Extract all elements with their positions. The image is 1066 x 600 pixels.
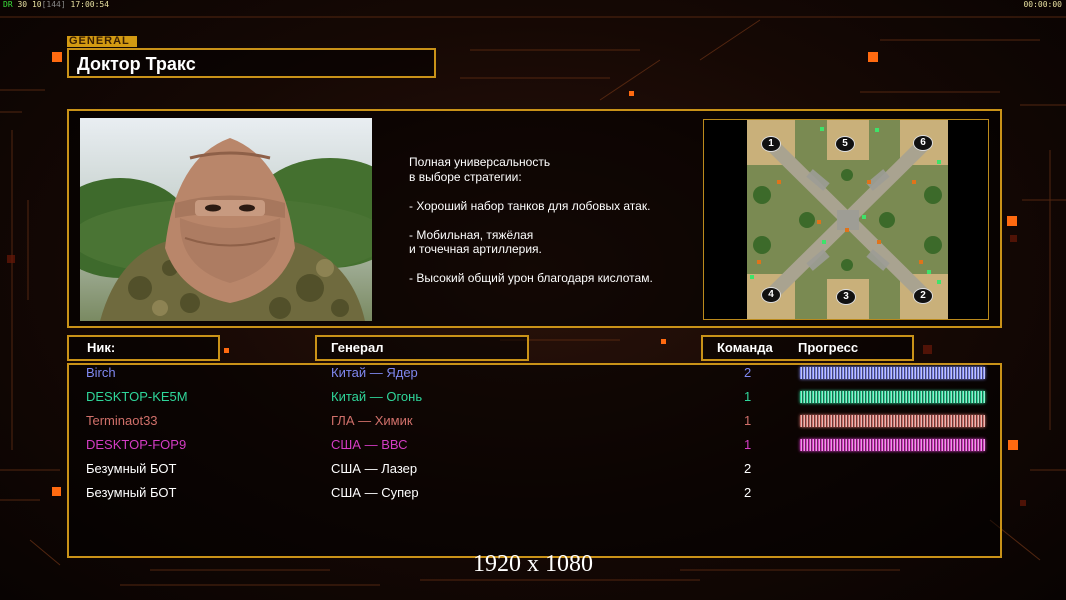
player-row: Terminaot33 ГЛА — Химик 1: [0, 411, 1066, 433]
fps-label: DR: [3, 0, 13, 9]
start-position-marker: 5: [835, 136, 855, 152]
player-team: 2: [744, 365, 752, 380]
status-bar-left: DR 30 10[144] 17:00:54: [3, 0, 109, 9]
team-header-label: Команда: [717, 340, 773, 355]
player-row: DESKTOP-KE5M Китай — Огонь 1: [0, 387, 1066, 409]
player-nick: Birch: [86, 365, 116, 380]
player-row: DESKTOP-FOP9 США — ВВС 1: [0, 435, 1066, 457]
start-position-number: 6: [920, 137, 926, 148]
description-line: в выборе стратегии:: [409, 169, 522, 184]
start-position-marker: 2: [913, 288, 933, 304]
player-general: США — Лазер: [331, 461, 418, 476]
description-line: [409, 257, 699, 272]
general-description: Полная универсальность в выборе стратеги…: [409, 155, 699, 286]
general-tag: GENERAL: [67, 36, 137, 47]
player-general: США — Супер: [331, 485, 419, 500]
start-position-marker: 1: [761, 136, 781, 152]
player-nick: Terminaot33: [86, 413, 158, 428]
player-progress-bar: [800, 391, 985, 403]
player-general: Китай — Ядер: [331, 365, 418, 380]
frame-bracket: [144]: [41, 0, 66, 9]
column-header-team-progress: Команда Прогресс: [701, 335, 914, 361]
start-position-number: 5: [842, 138, 848, 149]
clock: 17:00:54: [70, 0, 110, 9]
player-progress-bar: [800, 415, 985, 427]
column-header-nick: Ник:: [67, 335, 220, 361]
start-position-number: 4: [768, 289, 774, 300]
start-position-number: 2: [920, 290, 926, 301]
player-general: Китай — Огонь: [331, 389, 423, 404]
description-line: [409, 213, 699, 228]
description-line: - Высокий общий урон благодаря кислотам.: [409, 271, 653, 285]
player-team: 2: [744, 485, 752, 500]
player-row: Безумный БОТ США — Лазер 2: [0, 459, 1066, 481]
general-portrait: [80, 118, 372, 321]
player-nick: Безумный БОТ: [86, 461, 177, 476]
column-header-general: Генерал: [315, 335, 529, 361]
player-row: Безумный БОТ США — Супер 2: [0, 483, 1066, 505]
player-nick: Безумный БОТ: [86, 485, 177, 500]
description-line: и точечная артиллерия.: [409, 242, 542, 256]
start-position-number: 3: [843, 291, 849, 302]
start-position-number: 1: [768, 138, 774, 149]
general-name: Доктор Тракс: [77, 54, 196, 74]
general-header-label: Генерал: [331, 340, 384, 355]
general-name-box: Доктор Тракс: [67, 48, 436, 78]
frame-value: 10: [31, 0, 42, 9]
player-nick: DESKTOP-FOP9: [86, 437, 187, 452]
resolution-label: 1920 x 1080: [473, 551, 593, 577]
start-position-marker: 4: [761, 287, 781, 303]
description-line: [409, 184, 699, 199]
status-bar: DR 30 10[144] 17:00:54 00:00:00: [0, 0, 1066, 10]
player-team: 1: [744, 389, 752, 404]
player-team: 1: [744, 413, 752, 428]
player-team: 2: [744, 461, 752, 476]
nick-header-label: Ник:: [87, 340, 116, 355]
start-position-marker: 3: [836, 289, 856, 305]
player-general: США — ВВС: [331, 437, 408, 452]
player-nick: DESKTOP-KE5M: [86, 389, 188, 404]
start-position-marker: 6: [913, 135, 933, 151]
description-line: - Мобильная, тяжёлая: [409, 227, 534, 242]
player-general: ГЛА — Химик: [331, 413, 413, 428]
fps-value: 30: [17, 0, 28, 9]
game-timer: 00:00:00: [1023, 0, 1062, 9]
map-preview[interactable]: 1 5 6 4 3 2: [747, 120, 948, 319]
player-team: 1: [744, 437, 752, 452]
description-line: Полная универсальность: [409, 155, 551, 169]
player-progress-bar: [800, 367, 985, 379]
progress-header-label: Прогресс: [798, 340, 859, 355]
player-row: Birch Китай — Ядер 2: [0, 363, 1066, 385]
player-progress-bar: [800, 439, 985, 451]
description-line: - Хороший набор танков для лобовых атак.: [409, 198, 651, 213]
